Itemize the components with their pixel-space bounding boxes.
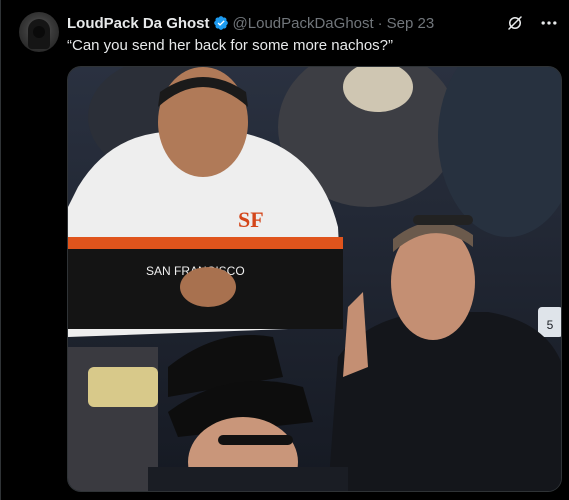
tweet-text: “Can you send her back for some more nac… [67, 37, 393, 54]
front-man-glasses [218, 435, 293, 445]
grok-icon[interactable] [505, 13, 525, 33]
tweet-header: LoudPack Da Ghost @LoudPackDaGhost · Sep… [67, 14, 434, 32]
verified-badge-icon [213, 15, 229, 31]
giants-logo: SF [238, 207, 264, 232]
tweet-video[interactable]: 5 SAN FRANCISCO SF [67, 66, 562, 492]
tweet-actions-top [505, 13, 559, 33]
avatar-face-shape [33, 26, 45, 38]
hoodie-orange-stripe [68, 237, 343, 249]
author-handle[interactable]: @LoudPackDaGhost [233, 15, 374, 32]
sunglasses-on-head [413, 215, 473, 225]
nachos-tray [88, 367, 158, 407]
tweet-card[interactable]: LoudPack Da Ghost @LoudPackDaGhost · Sep… [0, 0, 569, 500]
video-frame-illustration: 5 SAN FRANCISCO SF [68, 67, 561, 491]
man-hand [180, 267, 236, 307]
more-options-icon[interactable] [539, 13, 559, 33]
seat-number: 5 [547, 318, 554, 332]
post-date[interactable]: Sep 23 [387, 15, 435, 32]
header-separator: · [377, 14, 383, 32]
author-avatar[interactable] [19, 12, 59, 52]
author-name[interactable]: LoudPack Da Ghost [67, 15, 210, 32]
front-man-jacket [148, 467, 348, 491]
